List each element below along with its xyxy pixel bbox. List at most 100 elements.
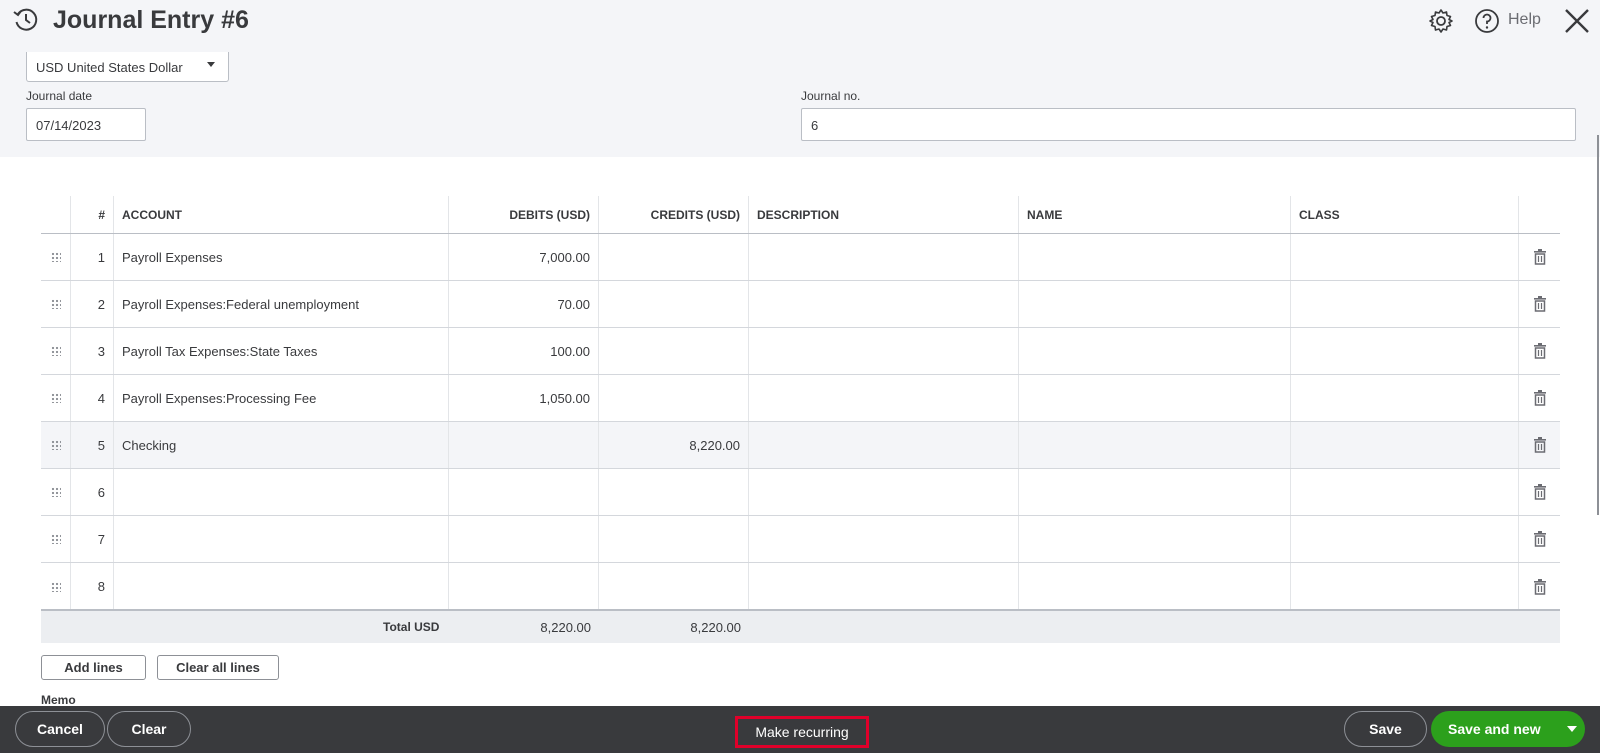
trash-icon[interactable]	[1519, 375, 1560, 421]
trash-icon[interactable]	[1519, 516, 1560, 562]
account-cell[interactable]: Payroll Tax Expenses:State Taxes	[114, 328, 449, 374]
table-row[interactable]: 6	[41, 469, 1560, 516]
journal-date-label: Journal date	[26, 89, 93, 103]
trash-icon[interactable]	[1519, 563, 1560, 610]
make-recurring-button[interactable]: Make recurring	[735, 716, 869, 748]
credit-cell[interactable]	[599, 375, 749, 421]
debit-cell[interactable]	[449, 563, 599, 610]
description-cell[interactable]	[749, 375, 1019, 421]
clear-all-lines-button[interactable]: Clear all lines	[157, 655, 279, 680]
class-cell[interactable]	[1291, 516, 1519, 562]
line-number: 6	[71, 469, 114, 515]
debit-cell[interactable]: 100.00	[449, 328, 599, 374]
account-cell[interactable]	[114, 469, 449, 515]
trash-icon[interactable]	[1519, 234, 1560, 280]
table-row[interactable]: 1 Payroll Expenses 7,000.00	[41, 234, 1560, 281]
trash-icon[interactable]	[1519, 469, 1560, 515]
table-row[interactable]: 2 Payroll Expenses:Federal unemployment …	[41, 281, 1560, 328]
currency-select[interactable]: USD United States Dollar	[26, 52, 229, 82]
credit-cell[interactable]	[599, 281, 749, 327]
table-row[interactable]: 7	[41, 516, 1560, 563]
add-lines-button[interactable]: Add lines	[41, 655, 146, 680]
header-delete	[1519, 196, 1560, 233]
debit-cell[interactable]	[449, 516, 599, 562]
cancel-button[interactable]: Cancel	[15, 711, 105, 747]
table-row[interactable]: 8	[41, 563, 1560, 610]
description-cell[interactable]	[749, 234, 1019, 280]
save-button[interactable]: Save	[1344, 711, 1427, 747]
account-cell[interactable]: Payroll Expenses:Processing Fee	[114, 375, 449, 421]
chevron-down-icon[interactable]	[1567, 726, 1577, 732]
debit-cell[interactable]	[449, 469, 599, 515]
class-cell[interactable]	[1291, 375, 1519, 421]
header-account: ACCOUNT	[114, 196, 449, 233]
credit-cell[interactable]	[599, 328, 749, 374]
account-cell[interactable]	[114, 563, 449, 610]
name-cell[interactable]	[1019, 469, 1291, 515]
journal-date-input[interactable]: 07/14/2023	[26, 108, 146, 141]
trash-icon[interactable]	[1519, 281, 1560, 327]
clear-button[interactable]: Clear	[107, 711, 191, 747]
account-cell[interactable]: Payroll Expenses:Federal unemployment	[114, 281, 449, 327]
page-header: Journal Entry #6 Help	[0, 0, 1600, 44]
name-cell[interactable]	[1019, 281, 1291, 327]
name-cell[interactable]	[1019, 375, 1291, 421]
drag-handle-icon[interactable]	[41, 469, 71, 515]
table-header-row: # ACCOUNT DEBITS (USD) CREDITS (USD) DES…	[41, 196, 1560, 234]
description-cell[interactable]	[749, 328, 1019, 374]
scrollbar[interactable]	[1597, 135, 1599, 515]
drag-handle-icon[interactable]	[41, 328, 71, 374]
credit-cell[interactable]	[599, 563, 749, 610]
trash-icon[interactable]	[1519, 328, 1560, 374]
account-cell[interactable]	[114, 516, 449, 562]
debit-cell[interactable]: 7,000.00	[449, 234, 599, 280]
debit-cell[interactable]: 1,050.00	[449, 375, 599, 421]
credit-cell[interactable]	[599, 516, 749, 562]
description-cell[interactable]	[749, 516, 1019, 562]
page-title: Journal Entry #6	[53, 6, 249, 34]
header-num: #	[71, 196, 114, 233]
table-row[interactable]: 4 Payroll Expenses:Processing Fee 1,050.…	[41, 375, 1560, 422]
class-cell[interactable]	[1291, 281, 1519, 327]
debit-cell[interactable]: 70.00	[449, 281, 599, 327]
class-cell[interactable]	[1291, 469, 1519, 515]
close-icon[interactable]	[1563, 7, 1591, 35]
drag-handle-icon[interactable]	[41, 234, 71, 280]
drag-handle-icon[interactable]	[41, 422, 71, 468]
trash-icon[interactable]	[1519, 422, 1560, 468]
line-number: 2	[71, 281, 114, 327]
line-number: 1	[71, 234, 114, 280]
name-cell[interactable]	[1019, 328, 1291, 374]
save-and-new-button[interactable]: Save and new	[1431, 711, 1585, 747]
description-cell[interactable]	[749, 469, 1019, 515]
table-row[interactable]: 5 Checking 8,220.00	[41, 422, 1560, 469]
drag-handle-icon[interactable]	[41, 375, 71, 421]
class-cell[interactable]	[1291, 328, 1519, 374]
help-link[interactable]: Help	[1508, 11, 1541, 29]
class-cell[interactable]	[1291, 234, 1519, 280]
account-cell[interactable]: Checking	[114, 422, 449, 468]
credit-cell[interactable]: 8,220.00	[599, 422, 749, 468]
description-cell[interactable]	[749, 563, 1019, 610]
drag-handle-icon[interactable]	[41, 281, 71, 327]
account-cell[interactable]: Payroll Expenses	[114, 234, 449, 280]
name-cell[interactable]	[1019, 234, 1291, 280]
gear-icon[interactable]	[1428, 8, 1454, 34]
table-row[interactable]: 3 Payroll Tax Expenses:State Taxes 100.0…	[41, 328, 1560, 375]
recent-transactions-icon[interactable]	[12, 6, 40, 34]
drag-handle-icon[interactable]	[41, 516, 71, 562]
debit-cell[interactable]	[449, 422, 599, 468]
credit-cell[interactable]	[599, 469, 749, 515]
class-cell[interactable]	[1291, 422, 1519, 468]
drag-handle-icon[interactable]	[41, 563, 71, 610]
class-cell[interactable]	[1291, 563, 1519, 610]
help-icon[interactable]	[1474, 8, 1500, 34]
name-cell[interactable]	[1019, 563, 1291, 610]
line-number: 4	[71, 375, 114, 421]
name-cell[interactable]	[1019, 516, 1291, 562]
journal-no-input[interactable]: 6	[801, 108, 1576, 141]
name-cell[interactable]	[1019, 422, 1291, 468]
description-cell[interactable]	[749, 422, 1019, 468]
description-cell[interactable]	[749, 281, 1019, 327]
credit-cell[interactable]	[599, 234, 749, 280]
